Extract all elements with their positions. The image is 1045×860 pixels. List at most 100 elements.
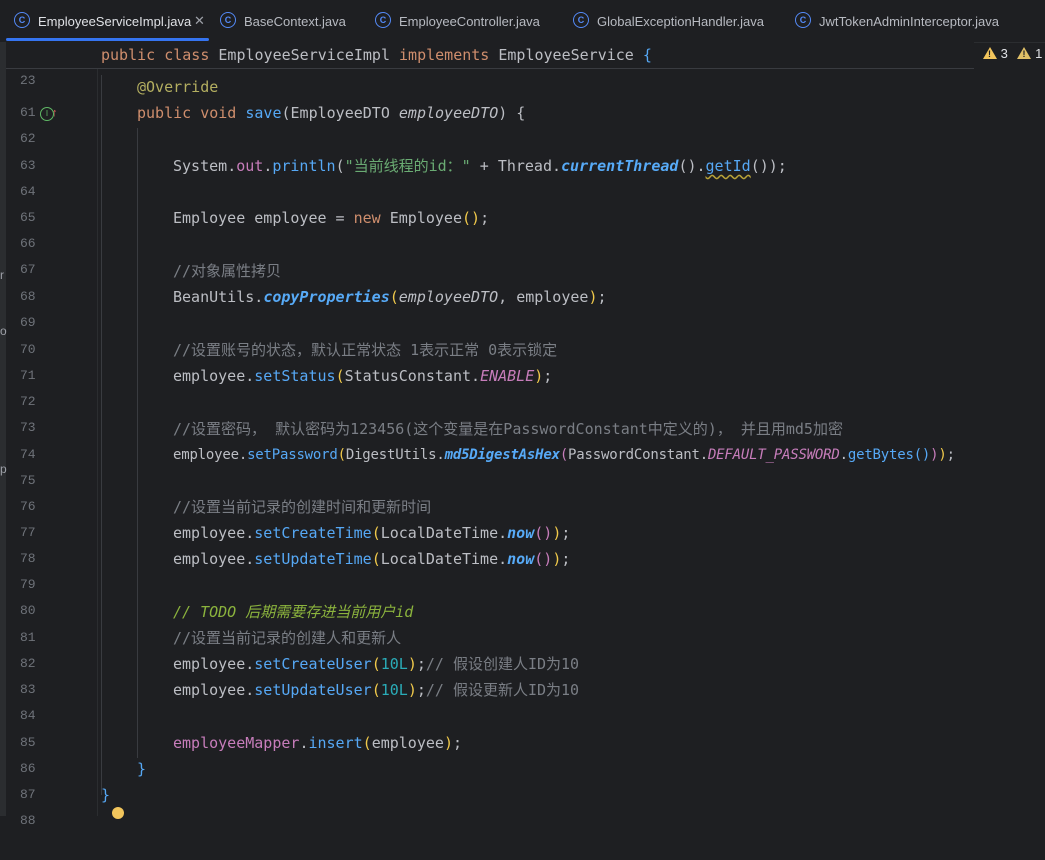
class-icon: C: [795, 12, 811, 28]
number-literal: 10L: [380, 655, 408, 673]
constant: DEFAULT_PASSWORD: [707, 447, 840, 463]
code-line: 81 // TODO 后期需要存进当前用户id: [0, 599, 1045, 645]
static-method-call: now: [507, 550, 535, 568]
code-line: 65: [0, 179, 1045, 225]
code-line: 82 //设置当前记录的创建人和更新人: [0, 625, 1045, 671]
class-ref: PasswordConstant: [568, 447, 700, 463]
param-name: employeeDTO: [398, 104, 499, 122]
tab-employee-controller[interactable]: C EmployeeController.java: [375, 0, 555, 42]
code-line: 69 BeanUtils.copyProperties(employeeDTO,…: [0, 284, 1045, 330]
code-line: 64 System.out.println("当前线程的id：" + Threa…: [0, 153, 1045, 199]
line-number: 88: [20, 813, 36, 828]
code-line: 70: [0, 311, 1045, 357]
keyword: new: [353, 209, 381, 227]
class-ref: BeanUtils: [173, 288, 255, 306]
tab-label: JwtTokenAdminInterceptor.java: [819, 14, 999, 29]
method-call: setPassword: [247, 447, 338, 463]
code-line: 86 employeeMapper.insert(employee);: [0, 730, 1045, 776]
todo-comment: TODO 后期需要存进当前用户id: [200, 603, 414, 621]
variable: employee: [371, 734, 444, 752]
weak-warning-icon: !: [1017, 47, 1032, 59]
class-ref: LocalDateTime: [380, 550, 499, 568]
class-ref: Employee: [389, 209, 462, 227]
keyword: implements: [399, 46, 490, 64]
param-ref: employeeDTO: [398, 288, 499, 306]
warning-icon: !: [983, 47, 997, 59]
code-line: 61 @Override: [0, 74, 1045, 120]
comment: // 假设创建人ID为10: [425, 655, 580, 673]
method-call: setUpdateTime: [254, 550, 372, 568]
code-line: 84 employee.setUpdateUser(10L);// 假设更新人I…: [0, 677, 1045, 723]
variable: employee: [173, 550, 246, 568]
class-icon: C: [14, 12, 30, 28]
warning-count: 3: [1000, 46, 1008, 61]
sticky-class-header[interactable]: 23 public class EmployeeServiceImpl impl…: [6, 42, 974, 88]
close-icon[interactable]: ✕: [194, 13, 205, 29]
class-ref: DigestUtils: [345, 447, 437, 463]
code-line: 72 employee.setStatus(StatusConstant.ENA…: [0, 363, 1045, 409]
annotation: @Override: [137, 78, 219, 96]
constant: ENABLE: [480, 367, 535, 385]
code-line: 75 employee.setPassword(DigestUtils.md5D…: [0, 442, 1045, 488]
closing-brace: }: [137, 760, 147, 778]
tab-global-exception-handler[interactable]: C GlobalExceptionHandler.java: [573, 0, 773, 42]
code-line: 63: [0, 127, 1045, 173]
comment: //设置账号的状态，默认正常状态 1表示正常 0表示锁定: [173, 341, 558, 359]
deprecated-method-call: getId: [705, 157, 751, 175]
code-line: 79 employee.setUpdateTime(LocalDateTime.…: [0, 546, 1045, 592]
class-icon: C: [220, 12, 236, 28]
variable: employee: [254, 209, 327, 227]
field: out: [236, 157, 264, 175]
code-line: 85: [0, 704, 1045, 750]
code-line: 77 //设置当前记录的创建时间和更新时间: [0, 494, 1045, 540]
overrides-arrow-icon[interactable]: ↑: [52, 100, 58, 126]
inspection-widget[interactable]: ! 3 ! 1: [983, 46, 1042, 66]
code-line: 62 I ↑ public void save(EmployeeDTO empl…: [0, 100, 1045, 146]
code-line: 73: [0, 389, 1045, 435]
comment: //对象属性拷贝: [173, 262, 282, 280]
static-method-call: copyProperties: [263, 288, 390, 306]
variable: employee: [516, 288, 589, 306]
static-method-call: now: [507, 524, 535, 542]
param-type: EmployeeDTO: [290, 104, 390, 122]
class-ref: LocalDateTime: [380, 524, 499, 542]
comment: //设置当前记录的创建时间和更新时间: [173, 498, 432, 516]
code-line: 76: [0, 468, 1045, 514]
class-ref: Employee: [173, 209, 246, 227]
method-call: println: [272, 157, 336, 175]
tab-jwt-token-admin-interceptor[interactable]: C JwtTokenAdminInterceptor.java: [795, 0, 1025, 42]
class-icon: C: [375, 12, 391, 28]
method-call: setCreateTime: [254, 524, 372, 542]
brace: {: [642, 46, 652, 64]
static-method-call: md5DigestAsHex: [444, 447, 560, 463]
tab-base-context[interactable]: C BaseContext.java: [220, 0, 360, 42]
variable: employee: [173, 447, 239, 463]
method-name: save: [245, 104, 282, 122]
variable: employee: [173, 524, 246, 542]
code-line: 74 //设置密码， 默认密码为123456(这个变量是在PasswordCon…: [0, 416, 1045, 462]
active-tab-indicator: [6, 38, 209, 41]
tab-label: EmployeeController.java: [399, 14, 540, 29]
comment: //设置当前记录的创建人和更新人: [173, 629, 402, 647]
static-method-call: currentThread: [561, 157, 679, 175]
comment: //设置密码， 默认密码为123456(这个变量是在PasswordConsta…: [173, 420, 843, 438]
code-line: 68 //对象属性拷贝: [0, 258, 1045, 304]
method-call: setCreateUser: [254, 655, 372, 673]
keyword: void: [200, 104, 237, 122]
weak-warning-count: 1: [1035, 46, 1043, 61]
comment: // 假设更新人ID为10: [425, 681, 580, 699]
class-ref: Thread: [497, 157, 552, 175]
class-ref: StatusConstant: [344, 367, 472, 385]
field: employeeMapper: [173, 734, 300, 752]
variable: employee: [173, 367, 246, 385]
editor-tab-bar: C EmployeeServiceImpl.java ✕ C BaseConte…: [0, 0, 1045, 43]
keyword: public: [101, 46, 156, 64]
method-call: getBytes: [847, 447, 914, 463]
code-line: 88 }: [0, 782, 1045, 828]
code-line: 78 employee.setCreateTime(LocalDateTime.…: [0, 520, 1045, 566]
class-ref: System: [173, 157, 228, 175]
string-literal: "当前线程的id：": [344, 157, 471, 175]
intention-bulb-icon[interactable]: [112, 807, 124, 819]
keyword: public: [137, 104, 192, 122]
tab-employee-service-impl[interactable]: C EmployeeServiceImpl.java ✕: [14, 0, 219, 42]
